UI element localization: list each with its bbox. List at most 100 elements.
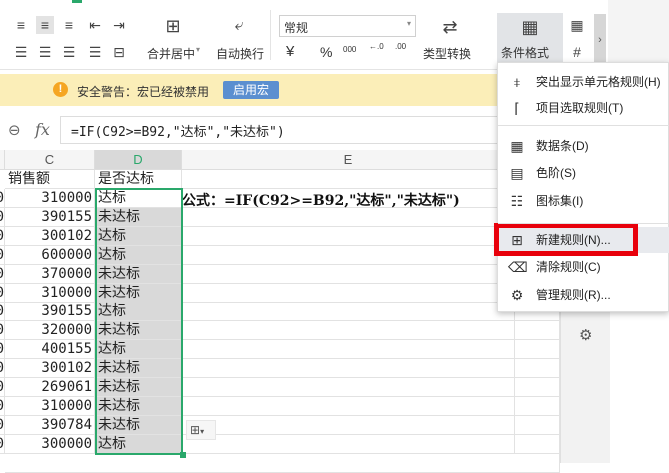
menu-item-label: 色阶(S) xyxy=(536,166,576,180)
type-convert-icon[interactable]: ⇄ xyxy=(441,18,459,36)
side-panel-icon[interactable]: ⚙ xyxy=(579,326,592,344)
formula-note: 公式：=IF(C92>=B92,"达标","未达标") xyxy=(182,193,460,209)
align-top-icon[interactable]: ≡ xyxy=(12,16,30,34)
cell-f[interactable] xyxy=(515,340,560,360)
formula-bar: ⊖ fx =IF(C92>=B92,"达标","未达标") xyxy=(0,114,500,146)
cell-sales[interactable]: 310000 xyxy=(5,396,95,416)
align-bottom-icon[interactable]: ≡ xyxy=(60,16,78,34)
percent-button[interactable]: % xyxy=(320,44,332,60)
cell-e[interactable] xyxy=(182,302,515,322)
decrease-decimal-button[interactable]: .00 xyxy=(395,42,406,51)
menu-item-icon-set[interactable]: ☷ 图标集(I) xyxy=(498,188,669,214)
align-center-icon[interactable]: ☰ xyxy=(36,43,54,61)
cell-sales[interactable]: 269061 xyxy=(5,378,95,397)
warning-icon: ! xyxy=(53,82,68,97)
cell-e[interactable] xyxy=(182,245,515,265)
align-right-icon[interactable]: ☰ xyxy=(60,43,78,61)
conditional-format-label: 条件格式 xyxy=(501,46,550,60)
fill-handle[interactable] xyxy=(180,452,186,458)
fx-icon[interactable]: fx xyxy=(35,120,50,139)
wrap-text-icon[interactable]: ⤶ xyxy=(230,17,248,35)
manage-rule-icon: ⚙ xyxy=(510,287,524,303)
ribbon: ≡ ≡ ≡ ⇤ ⇥ ☰ ☰ ☰ ☰ ⊟ ⊞ 合并居中 ▾ ⤶ 自动换行 常规 ▾ … xyxy=(0,0,608,70)
cell-f[interactable] xyxy=(515,359,560,379)
cell-e[interactable] xyxy=(182,415,515,435)
cell-e[interactable] xyxy=(182,283,515,303)
enable-macro-button[interactable]: 启用宏 xyxy=(223,81,279,99)
menu-item-label: 管理规则(R)... xyxy=(536,288,611,302)
cell-e[interactable] xyxy=(182,340,515,360)
cell-sales[interactable]: 390784 xyxy=(5,415,95,435)
conditional-format-menu: ⧧ 突出显示单元格规则(H) ⌈ 项目选取规则(T) ▦ 数据条(D) ▤ 色阶… xyxy=(494,62,669,312)
cell-e[interactable] xyxy=(182,207,515,227)
column-header-d[interactable]: D xyxy=(95,150,182,170)
column-header-e[interactable]: E xyxy=(182,150,515,170)
conditional-format-button[interactable]: ▦ 条件格式 xyxy=(497,13,563,65)
table-style-icon[interactable]: ▦ xyxy=(568,16,586,34)
warning-text: 安全警告：宏已经被禁用 xyxy=(77,85,210,99)
cell-style-icon[interactable]: # xyxy=(568,43,586,61)
currency-button[interactable]: ¥ xyxy=(286,43,294,60)
auto-wrap-button[interactable]: 自动换行 xyxy=(216,45,264,62)
paste-options-button[interactable]: ⊞▾ xyxy=(186,420,216,440)
cell-sales[interactable]: 300000 xyxy=(5,434,95,454)
cell-sales[interactable]: 300102 xyxy=(5,359,95,379)
increase-indent-icon[interactable]: ⇥ xyxy=(110,16,128,34)
menu-item-top-bottom[interactable]: ⌈ 项目选取规则(T) xyxy=(498,95,669,121)
cell-e[interactable] xyxy=(182,264,515,284)
cell-sales[interactable]: 400155 xyxy=(5,340,95,360)
thousands-button[interactable]: 000 xyxy=(343,45,356,54)
increase-decimal-button[interactable]: ←.0 xyxy=(369,42,384,51)
justify-icon[interactable]: ☰ xyxy=(86,43,104,61)
cell-sales[interactable]: 310000 xyxy=(5,283,95,303)
cell-f[interactable] xyxy=(515,321,560,341)
merge-center-button[interactable]: 合并居中 xyxy=(147,45,195,62)
zoom-icon[interactable]: ⊖ xyxy=(8,121,21,139)
menu-item-highlight-rules[interactable]: ⧧ 突出显示单元格规则(H) xyxy=(498,69,669,95)
number-format-select[interactable]: 常规 ▾ xyxy=(279,15,416,37)
menu-item-color-scale[interactable]: ▤ 色阶(S) xyxy=(498,160,669,186)
cell-f[interactable] xyxy=(515,415,560,435)
formula-input[interactable]: =IF(C92>=B92,"达标","未达标") xyxy=(60,116,500,144)
accent-bar xyxy=(72,0,82,3)
cell-e[interactable] xyxy=(182,434,515,454)
cell-sales[interactable]: 300102 xyxy=(5,226,95,246)
cell-e[interactable] xyxy=(182,359,515,379)
cell-sales[interactable]: 390155 xyxy=(5,207,95,227)
column-header-c[interactable]: C xyxy=(5,150,95,170)
menu-item-manage-rule[interactable]: ⚙ 管理规则(R)... xyxy=(498,282,669,308)
menu-item-label: 突出显示单元格规则(H) xyxy=(536,75,661,89)
cell-f[interactable] xyxy=(515,378,560,397)
cell-c-header[interactable]: 销售额 xyxy=(5,170,95,189)
align-left-icon[interactable]: ☰ xyxy=(12,43,30,61)
type-convert-button[interactable]: 类型转换 xyxy=(423,45,471,62)
align-middle-icon[interactable]: ≡ xyxy=(36,16,54,34)
ribbon-side xyxy=(608,0,669,70)
menu-item-label: 数据条(D) xyxy=(536,139,589,153)
cell-sales[interactable]: 320000 xyxy=(5,321,95,341)
cell-f[interactable] xyxy=(515,434,560,454)
security-warning-bar: ! 安全警告：宏已经被禁用 启用宏 xyxy=(0,74,500,106)
data-bar-icon: ▦ xyxy=(510,138,524,154)
cell-e[interactable] xyxy=(182,321,515,341)
color-scale-icon: ▤ xyxy=(510,165,524,181)
chevron-down-icon: ▾ xyxy=(406,19,411,28)
cell-f[interactable] xyxy=(515,396,560,416)
cell-sales[interactable]: 310000 xyxy=(5,189,95,208)
cell-e[interactable] xyxy=(182,396,515,416)
menu-item-label: 项目选取规则(T) xyxy=(536,101,624,115)
ribbon-scroll-right[interactable]: › xyxy=(594,14,606,66)
cell-d-header[interactable]: 是否达标 xyxy=(95,170,182,189)
cell-sales[interactable]: 370000 xyxy=(5,264,95,284)
cell-e[interactable] xyxy=(182,226,515,246)
cell-e[interactable] xyxy=(182,378,515,397)
menu-item-clear-rule[interactable]: ⌫ 清除规则(C) xyxy=(498,254,669,280)
clear-rule-icon: ⌫ xyxy=(508,259,528,275)
cell-sales[interactable]: 390155 xyxy=(5,302,95,322)
menu-item-data-bar[interactable]: ▦ 数据条(D) xyxy=(498,133,669,159)
decrease-indent-icon[interactable]: ⇤ xyxy=(86,16,104,34)
merge-center-icon[interactable]: ⊞ xyxy=(164,17,182,35)
cell-sales[interactable]: 600000 xyxy=(5,245,95,265)
spreadsheet-grid[interactable]: C D E 销售额 是否达标 0 310000 达标 0 390155 未达标 … xyxy=(0,150,560,473)
distributed-icon[interactable]: ⊟ xyxy=(110,43,128,61)
